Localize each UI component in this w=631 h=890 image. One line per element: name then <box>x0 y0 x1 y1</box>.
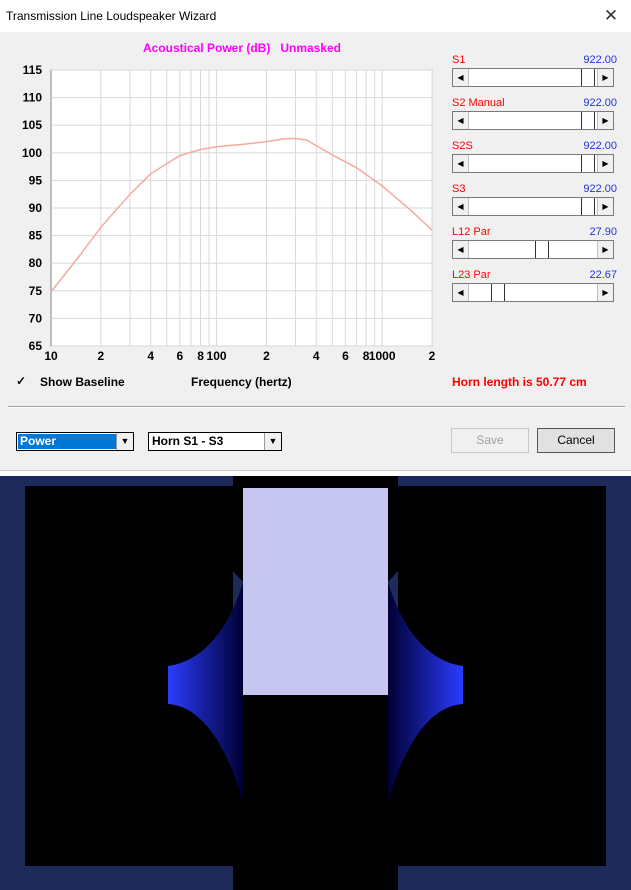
x-tick-label: 2 <box>263 349 270 363</box>
show-baseline-checkbox[interactable]: ✓ <box>16 375 28 387</box>
y-tick-label: 85 <box>29 229 43 243</box>
chevron-right-icon[interactable]: ▶ <box>597 155 613 172</box>
slider-scrollbar[interactable]: ◀ ▶ <box>452 111 614 130</box>
slider-value: 922.00 <box>583 54 617 66</box>
divider <box>8 406 625 408</box>
slider-label: L23 Par <box>452 269 491 281</box>
x-tick-label: 1000 <box>369 349 396 363</box>
chevron-down-icon[interactable]: ▼ <box>264 433 281 450</box>
mode-select-value: Power <box>18 434 117 449</box>
y-tick-label: 70 <box>29 311 43 325</box>
slider-thumb[interactable] <box>581 112 595 129</box>
slider-thumb[interactable] <box>581 155 595 172</box>
x-tick-label: 2 <box>98 349 105 363</box>
y-tick-label: 90 <box>29 201 43 215</box>
chevron-left-icon[interactable]: ◀ <box>453 198 469 215</box>
slider-label: S2 Manual <box>452 97 505 109</box>
horn-select-value: Horn S1 - S3 <box>152 434 224 448</box>
slider-value: 922.00 <box>583 183 617 195</box>
horn-cross-section-view <box>0 476 631 890</box>
slider-label: S3 <box>452 183 466 195</box>
slider-value: 27.90 <box>589 226 617 238</box>
slider-scrollbar[interactable]: ◀ ▶ <box>452 68 614 87</box>
slider-value: 922.00 <box>583 97 617 109</box>
slider-thumb[interactable] <box>581 198 595 215</box>
y-tick-label: 75 <box>29 284 43 298</box>
chevron-left-icon[interactable]: ◀ <box>453 112 469 129</box>
x-tick-label: 10 <box>44 349 58 363</box>
slider-value: 22.67 <box>589 269 617 281</box>
chart-title: Acoustical Power (dB) Unmasked <box>143 41 341 55</box>
x-axis-label: Frequency (hertz) <box>191 375 292 389</box>
slider-label: S1 <box>452 54 466 66</box>
slider-scrollbar[interactable]: ◀ ▶ <box>452 240 614 259</box>
save-button[interactable]: Save <box>451 428 529 453</box>
chevron-left-icon[interactable]: ◀ <box>453 69 469 86</box>
chevron-left-icon[interactable]: ◀ <box>453 284 469 301</box>
cancel-button[interactable]: Cancel <box>537 428 615 453</box>
chevron-left-icon[interactable]: ◀ <box>453 155 469 172</box>
slider-label: S2S <box>452 140 473 152</box>
wizard-dialog: Transmission Line Loudspeaker Wizard ✕ A… <box>0 0 631 471</box>
y-tick-label: 105 <box>22 118 42 132</box>
x-tick-label: 4 <box>313 349 320 363</box>
chevron-right-icon[interactable]: ▶ <box>597 69 613 86</box>
slider-scrollbar[interactable]: ◀ ▶ <box>452 283 614 302</box>
slider-label: L12 Par <box>452 226 491 238</box>
x-tick-label: 4 <box>147 349 154 363</box>
x-tick-label: 6 <box>342 349 349 363</box>
power-chart: Acoustical Power (dB) Unmasked 115 110 105… <box>22 41 436 363</box>
y-tick-label: 95 <box>29 173 43 187</box>
slider-scrollbar[interactable]: ◀ ▶ <box>452 154 614 173</box>
y-tick-label: 110 <box>23 91 43 105</box>
show-baseline-label[interactable]: Show Baseline <box>40 375 125 389</box>
window-title: Transmission Line Loudspeaker Wizard <box>6 9 217 23</box>
horn-length-status: Horn length is 50.77 cm <box>452 375 587 389</box>
chevron-right-icon[interactable]: ▶ <box>597 198 613 215</box>
slider-thumb[interactable] <box>491 284 505 301</box>
horn-select[interactable]: Horn S1 - S3 ▼ <box>148 432 282 451</box>
y-tick-label: 115 <box>23 63 43 77</box>
slider-thumb[interactable] <box>535 241 549 258</box>
y-tick-labels: 115 110 105 100 95 90 85 80 75 70 65 <box>22 63 42 353</box>
chevron-right-icon[interactable]: ▶ <box>597 284 613 301</box>
x-tick-label: 100 <box>207 349 227 363</box>
y-tick-label: 100 <box>22 146 42 160</box>
slider-thumb[interactable] <box>581 69 595 86</box>
chevron-down-icon[interactable]: ▼ <box>116 433 133 450</box>
slider-scrollbar[interactable]: ◀ ▶ <box>452 197 614 216</box>
chevron-right-icon[interactable]: ▶ <box>597 112 613 129</box>
title-bar: Transmission Line Loudspeaker Wizard ✕ <box>0 0 631 32</box>
chevron-right-icon[interactable]: ▶ <box>597 241 613 258</box>
x-tick-label: 8 <box>197 349 204 363</box>
slider-value: 922.00 <box>583 140 617 152</box>
driver-block <box>243 488 388 695</box>
y-tick-label: 80 <box>29 256 43 270</box>
y-tick-label: 65 <box>29 339 43 353</box>
close-icon[interactable]: ✕ <box>591 0 631 32</box>
x-tick-labels: 10 2 4 6 8 100 2 4 6 8 1000 2 <box>44 349 435 363</box>
x-tick-label: 2 <box>429 349 436 363</box>
mode-select[interactable]: Power ▼ <box>16 432 134 451</box>
chevron-left-icon[interactable]: ◀ <box>453 241 469 258</box>
x-tick-label: 6 <box>177 349 184 363</box>
